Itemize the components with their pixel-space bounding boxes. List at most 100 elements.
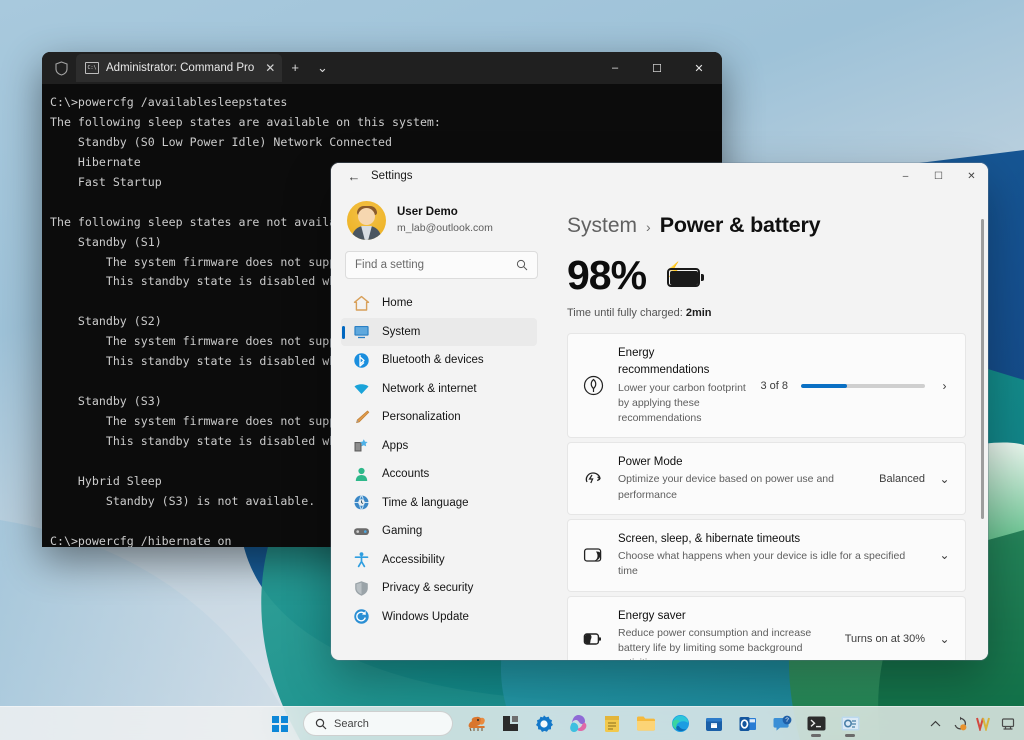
- sidebar-item-privacy-security[interactable]: Privacy & security: [341, 574, 537, 603]
- update-icon: [353, 608, 370, 625]
- notepad-icon[interactable]: [597, 710, 627, 738]
- profile-email: m_lab@outlook.com: [397, 221, 493, 234]
- settings-gear-icon[interactable]: [529, 710, 559, 738]
- sidebar-item-label: Windows Update: [382, 610, 469, 623]
- sidebar-item-network-internet[interactable]: Network & internet: [341, 375, 537, 404]
- microsoft-edge-icon[interactable]: [665, 710, 695, 738]
- energy-saver-icon: [582, 630, 604, 648]
- taskbar: Search ?: [0, 706, 1024, 740]
- sidebar-item-accounts[interactable]: Accounts: [341, 460, 537, 489]
- chevron-icon[interactable]: ⌄: [938, 548, 951, 562]
- taskbar-search[interactable]: Search: [303, 711, 453, 736]
- back-button[interactable]: ←: [337, 169, 371, 184]
- network-icon[interactable]: [997, 712, 1018, 736]
- sidebar-item-apps[interactable]: Apps: [341, 432, 537, 461]
- accessibility-icon: [353, 551, 370, 568]
- scrollbar-thumb[interactable]: [981, 219, 984, 519]
- sidebar-item-time-language[interactable]: Time & language: [341, 489, 537, 518]
- sidebar-item-label: Gaming: [382, 525, 423, 538]
- sidebar-item-home[interactable]: Home: [341, 289, 537, 318]
- card-value: Balanced: [879, 472, 925, 485]
- card-energy-saver[interactable]: Energy saver Reduce power consumption and…: [567, 595, 966, 660]
- outlook-icon[interactable]: [733, 710, 763, 738]
- new-tab-button[interactable]: +: [282, 54, 308, 82]
- search-icon: [516, 259, 528, 271]
- card-controls: Turns on at 30% ⌄: [845, 632, 951, 646]
- settings-app-icon[interactable]: [835, 710, 865, 738]
- sidebar-item-label: Accessibility: [382, 553, 445, 566]
- get-help-icon[interactable]: ?: [767, 710, 797, 738]
- settings-titlebar[interactable]: ← Settings – ☐ ✕: [331, 163, 988, 189]
- maximize-button[interactable]: ☐: [922, 163, 955, 189]
- home-icon: [353, 295, 370, 312]
- card-controls: 3 of 8 ›: [760, 379, 951, 393]
- chevron-down-icon[interactable]: ⌄: [308, 54, 337, 82]
- battery-status: 98% ⚡: [567, 255, 966, 296]
- card-subtitle: Choose what happens when your device is …: [618, 550, 906, 578]
- desktop: C:\ Administrator: Command Pro ✕ + ⌄ – ☐…: [0, 0, 1024, 740]
- windows-start-icon: [272, 715, 288, 732]
- sidebar-item-label: Apps: [382, 439, 409, 452]
- onedrive-sync-icon[interactable]: [949, 712, 970, 736]
- card-title: Energy recommendations: [618, 347, 710, 377]
- sidebar-item-label: Time & language: [382, 496, 469, 509]
- scrollbar[interactable]: [981, 199, 984, 650]
- search-input[interactable]: Find a setting: [345, 251, 538, 279]
- card-screen-sleep-hibernate-timeouts[interactable]: Screen, sleep, & hibernate timeouts Choos…: [567, 518, 966, 592]
- card-subtitle: Optimize your device based on power use …: [618, 473, 834, 501]
- search-icon: [315, 718, 327, 729]
- chevron-icon[interactable]: ⌄: [938, 632, 951, 646]
- sidebar-item-system[interactable]: System: [341, 317, 537, 346]
- terminal-tab[interactable]: C:\ Administrator: Command Pro ✕: [76, 54, 283, 82]
- terminal-window-controls: – ☐ ✕: [594, 52, 720, 84]
- chevron-up-icon[interactable]: [925, 712, 946, 736]
- minimize-button[interactable]: –: [594, 52, 636, 84]
- terminal-tab-label: Administrator: Command Pro: [106, 62, 255, 74]
- card-title: Power Mode: [618, 456, 683, 469]
- copilot-icon[interactable]: [563, 710, 593, 738]
- file-explorer-icon[interactable]: [631, 710, 661, 738]
- sidebar: User Demo m_lab@outlook.com Find a setti…: [331, 189, 545, 660]
- card-controls: ⌄: [938, 548, 951, 562]
- microsoft-store-icon[interactable]: [699, 710, 729, 738]
- sidebar-item-personalization[interactable]: Personalization: [341, 403, 537, 432]
- minimize-button[interactable]: –: [889, 163, 922, 189]
- chevron-icon[interactable]: ⌄: [938, 472, 951, 486]
- close-button[interactable]: ✕: [678, 52, 720, 84]
- settings-content: System › Power & battery 98% ⚡ Time unti…: [545, 189, 988, 660]
- terminal-icon[interactable]: [801, 710, 831, 738]
- shield-icon: [353, 580, 370, 597]
- maximize-button[interactable]: ☐: [636, 52, 678, 84]
- file-explorer-dock-icon[interactable]: [495, 710, 525, 738]
- shield-icon: [50, 57, 72, 79]
- sidebar-item-bluetooth-devices[interactable]: Bluetooth & devices: [341, 346, 537, 375]
- account-icon: [353, 466, 370, 483]
- breadcrumb-parent[interactable]: System: [567, 214, 637, 238]
- sidebar-item-accessibility[interactable]: Accessibility: [341, 546, 537, 575]
- settings-window-controls: – ☐ ✕: [889, 163, 988, 189]
- card-title: Energy saver: [618, 609, 686, 622]
- settings-window[interactable]: ← Settings – ☐ ✕ User Demo m_lab@outlook…: [331, 163, 988, 660]
- squirrel-app-icon[interactable]: [461, 710, 491, 738]
- sidebar-nav: Home System Bluetooth & devices Network & i…: [339, 289, 537, 631]
- sidebar-item-gaming[interactable]: Gaming: [341, 517, 537, 546]
- vpn-app-icon[interactable]: [973, 712, 994, 736]
- card-energy-recommendations[interactable]: Energy recommendations Lower your carbon …: [567, 333, 966, 439]
- user-profile[interactable]: User Demo m_lab@outlook.com: [339, 189, 537, 245]
- card-power-mode[interactable]: Power Mode Optimize your device based on …: [567, 442, 966, 515]
- close-icon[interactable]: ✕: [265, 61, 275, 75]
- search-placeholder: Find a setting: [355, 259, 425, 271]
- avatar[interactable]: [347, 200, 386, 240]
- start-button[interactable]: [265, 710, 295, 738]
- close-button[interactable]: ✕: [955, 163, 988, 189]
- chevron-icon[interactable]: ›: [938, 379, 951, 393]
- charge-time-label: Time until fully charged:: [567, 307, 683, 319]
- globe-clock-icon: [353, 494, 370, 511]
- wifi-icon: [353, 380, 370, 397]
- apps-icon: [353, 437, 370, 454]
- card-title: Screen, sleep, & hibernate timeouts: [618, 532, 801, 545]
- sidebar-item-windows-update[interactable]: Windows Update: [341, 603, 537, 632]
- terminal-titlebar[interactable]: C:\ Administrator: Command Pro ✕ + ⌄ – ☐…: [42, 52, 722, 84]
- sidebar-item-label: Network & internet: [382, 382, 477, 395]
- window-title: Settings: [371, 170, 413, 182]
